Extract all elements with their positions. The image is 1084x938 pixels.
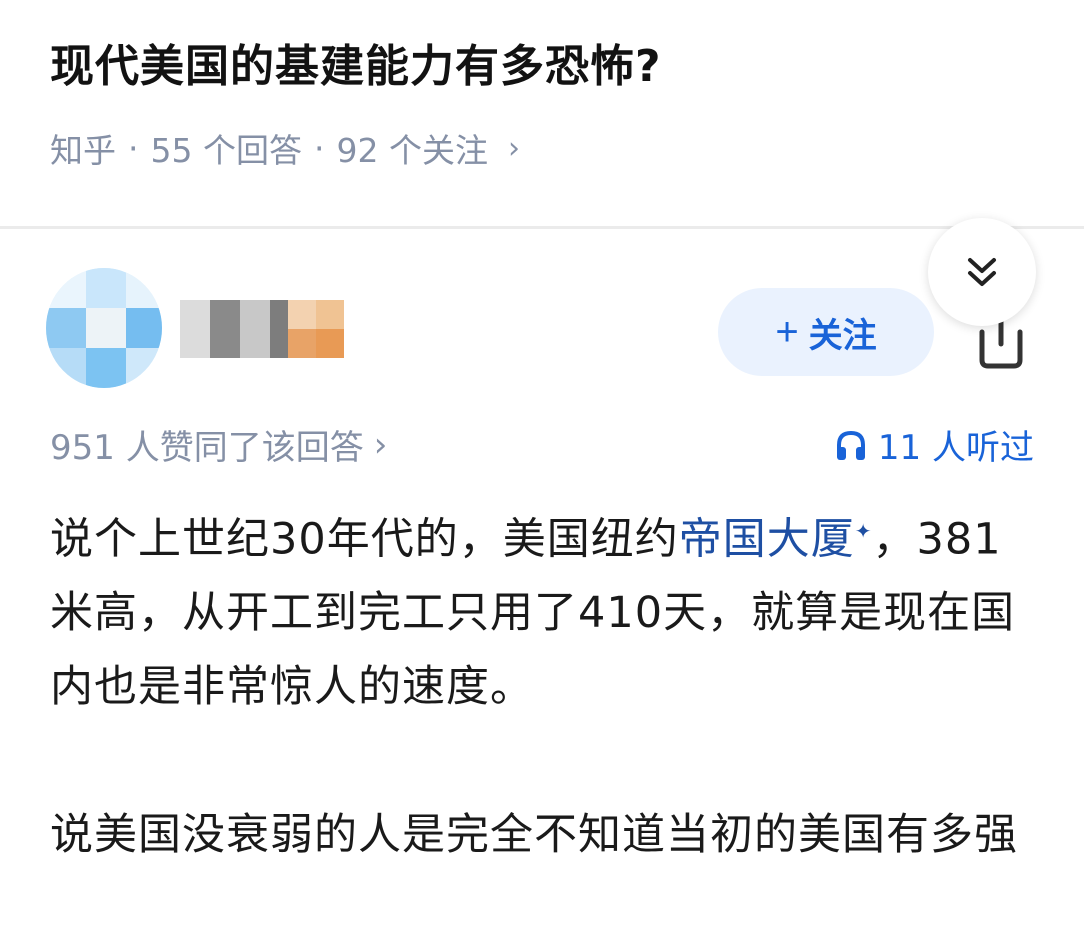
author-badge [288,300,344,358]
chevron-right-icon: › [373,424,388,465]
divider [0,226,1084,229]
question-meta[interactable]: 知乎 · 55 个回答 · 92 个关注 › [50,124,520,172]
source-label: 知乎 [50,131,116,170]
author-name[interactable] [180,300,300,358]
empire-state-link[interactable]: 帝国大厦 [679,514,855,564]
answers-count: 55 个回答 [150,131,302,170]
vote-info[interactable]: 951 人赞同了该回答 › [50,420,387,469]
followers-count: 92 个关注 [336,131,488,170]
avatar[interactable] [46,268,162,388]
double-chevron-down-icon [968,258,996,286]
paragraph-text: 说个上世纪30年代的，美国纽约 [50,514,679,565]
listen-count: 11 人听过 [877,428,1034,468]
paragraph: 说个上世纪30年代的，美国纽约帝国大厦✦，381米高，从开工到完工只用了410天… [50,494,1040,724]
plus-icon: + [775,310,799,354]
headphones-icon [836,430,865,460]
votes-count: 951 人赞同了该回答 [50,428,364,468]
sparkle-icon: ✦ [854,519,873,543]
paragraph: 说美国没衰弱的人是完全不知道当初的美国有多强 [50,810,1018,861]
answer-content[interactable]: 说个上世纪30年代的，美国纽约帝国大厦✦，381米高，从开工到完工只用了410天… [50,494,1040,872]
meta-separator: · [313,128,325,168]
meta-separator: · [128,128,139,168]
listen-info[interactable]: 11 人听过 [834,420,1034,469]
chevron-right-icon: › [507,130,520,166]
follow-button[interactable]: + 关注 [718,288,934,376]
question-title[interactable]: 现代美国的基建能力有多恐怖? [50,30,662,94]
follow-label: 关注 [808,316,877,355]
collapse-button[interactable] [928,218,1036,326]
